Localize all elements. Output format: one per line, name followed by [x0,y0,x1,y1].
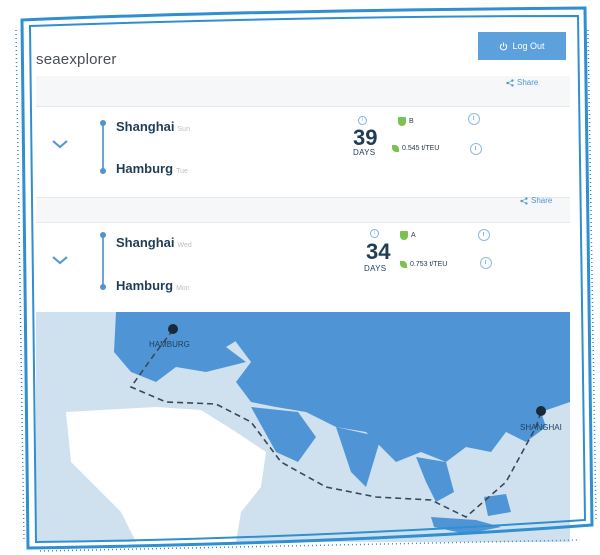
share-link[interactable]: Share [506,78,538,87]
co2-value: 0.753 t/TEU [410,261,448,268]
info-icon[interactable]: i [358,116,367,125]
co2-emission: 0.753 t/TEU [400,261,447,268]
share-link[interactable]: Share [520,196,552,205]
route-line [100,120,106,174]
land-britain [134,322,148,347]
leaf-icon [392,145,399,152]
hamburg-marker [168,324,178,334]
shield-icon [400,231,408,240]
route-card[interactable]: Shanghai Wed Hamburg Mon i 34 DAYS A 0.753… [36,222,570,314]
destination-port: Hamburg Tue [116,161,188,176]
top-bar: seaexplorer Log Out [36,32,570,76]
chevron-down-icon[interactable] [50,253,70,267]
days-label: DAYS [353,148,376,157]
share-label: Share [531,196,553,205]
destination-day: Tue [176,168,188,175]
eco-grade: B [398,117,414,126]
co2-emission: 0.545 t/TEU [392,145,439,152]
transit-days: 34 [366,239,391,264]
route-line [100,232,106,290]
clock-icon[interactable] [480,257,492,269]
clock-icon[interactable] [468,113,480,125]
map-label-shanghai: SHANGHAI [520,423,562,432]
app-screen: seaexplorer Log Out Share Shanghai Sun Ha… [36,32,570,542]
share-icon [520,196,528,205]
co2-value: 0.545 t/TEU [402,145,440,152]
origin-day: Sun [177,126,190,133]
clock-icon[interactable] [470,143,482,155]
chevron-down-icon[interactable] [50,137,70,151]
leaf-icon [400,261,407,268]
app-logo: seaexplorer [36,51,117,68]
origin-name: Shanghai [116,235,175,250]
power-icon [500,41,508,50]
days-label: DAYS [364,264,387,273]
shield-icon [398,117,406,126]
destination-name: Hamburg [116,161,174,176]
origin-day: Wed [177,242,192,249]
clock-icon[interactable] [478,229,490,241]
map-label-hamburg: HAMBURG [149,340,190,349]
destination-name: Hamburg [116,278,174,293]
share-label: Share [517,78,539,87]
route-map[interactable]: HAMBURG SHANGHAI [36,312,570,542]
logout-label: Log Out [512,41,545,51]
shanghai-marker [536,406,546,416]
grade-value: B [409,118,414,125]
origin-name: Shanghai [116,119,175,134]
share-icon [506,78,514,87]
grade-value: A [411,232,416,239]
world-map [36,312,570,542]
origin-port: Shanghai Sun [116,119,190,134]
logout-button[interactable]: Log Out [478,32,566,60]
destination-port: Hamburg Mon [116,278,190,293]
destination-day: Mon [176,285,190,292]
info-icon[interactable]: i [370,229,379,238]
route-card[interactable]: Shanghai Sun Hamburg Tue i 39 DAYS B 0.545… [36,106,570,198]
eco-grade: A [400,231,416,240]
origin-port: Shanghai Wed [116,235,192,250]
